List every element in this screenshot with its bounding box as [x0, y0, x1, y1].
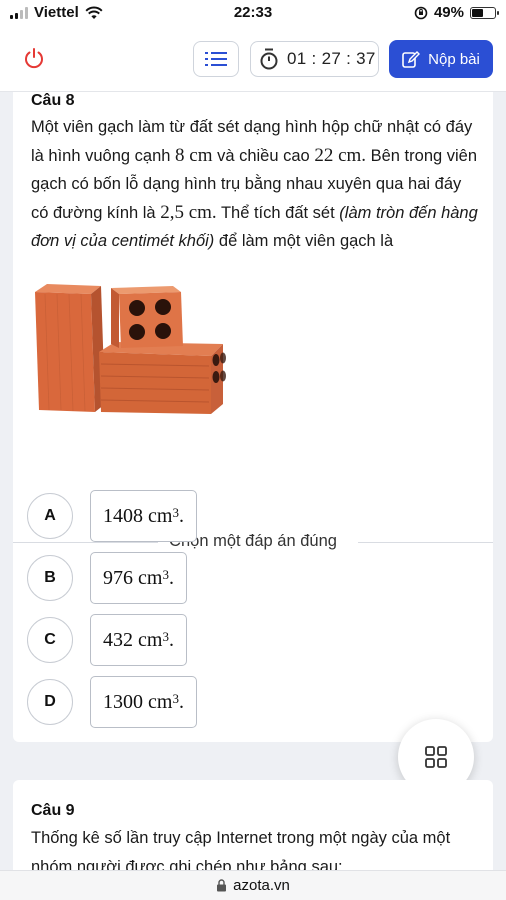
lock-icon: [217, 879, 227, 892]
answer-exponent: 3: [162, 567, 169, 582]
question-text-part: để làm một viên gạch là: [214, 232, 394, 250]
submit-label: Nộp bài: [428, 50, 480, 68]
answer-exponent: 3: [172, 505, 179, 520]
option-letter[interactable]: A: [27, 493, 73, 539]
power-icon[interactable]: [22, 46, 46, 70]
battery-icon: [470, 6, 499, 19]
option-letter[interactable]: C: [27, 617, 73, 663]
list-icon: [205, 52, 227, 66]
question-card: Câu 8 Một viên gạch làm từ đất sét dạng …: [13, 92, 493, 742]
option-answer[interactable]: 976 cm 3.: [90, 552, 187, 604]
math-value: 22: [314, 144, 334, 166]
stopwatch-icon: [260, 48, 278, 70]
question-text-part: và chiều cao: [212, 146, 315, 165]
math-unit: cm: [184, 144, 213, 166]
option-answer[interactable]: 1408 cm 3.: [90, 490, 197, 542]
answer-value: 1408: [103, 504, 143, 527]
math-unit: cm.: [183, 201, 217, 223]
domain-label: azota.vn: [233, 877, 290, 894]
answer-value: 432: [103, 628, 133, 651]
option-answer[interactable]: 432 cm 3.: [90, 614, 187, 666]
option-letter[interactable]: D: [27, 679, 73, 725]
answer-period: .: [178, 690, 184, 713]
question-number: Câu 9: [31, 802, 75, 819]
math-value: 8: [175, 144, 185, 166]
option-d[interactable]: D 1300 cm 3.: [27, 676, 197, 728]
answer-value: 976: [103, 566, 133, 589]
answer-value: 1300: [103, 690, 143, 713]
orientation-lock-icon: [414, 6, 428, 19]
question-number: Câu 8: [31, 92, 75, 109]
math-value: 2,5: [160, 201, 184, 223]
answer-period: .: [168, 566, 174, 589]
answer-unit: cm: [138, 566, 163, 589]
status-right: 49%: [414, 4, 499, 21]
grid-icon: [425, 746, 447, 768]
question-list-button[interactable]: [193, 41, 239, 77]
option-a[interactable]: A 1408 cm 3.: [27, 490, 197, 542]
answer-period: .: [178, 504, 184, 527]
option-answer[interactable]: 1300 cm 3.: [90, 676, 197, 728]
answer-exponent: 3: [162, 629, 169, 644]
answer-period: .: [168, 628, 174, 651]
countdown-timer: 01 : 27 : 37: [250, 41, 379, 77]
battery-percent: 49%: [433, 4, 464, 21]
submit-button[interactable]: Nộp bài: [389, 40, 493, 78]
answer-unit: cm: [148, 690, 173, 713]
option-b[interactable]: B 976 cm 3.: [27, 552, 187, 604]
answer-exponent: 3: [172, 691, 179, 706]
answer-unit: cm: [138, 628, 163, 651]
app-toolbar: 01 : 27 : 37 Nộp bài: [0, 26, 506, 92]
option-letter[interactable]: B: [27, 555, 73, 601]
brick-image: [35, 284, 226, 414]
answer-unit: cm: [148, 504, 173, 527]
browser-address-bar[interactable]: azota.vn: [0, 870, 506, 900]
option-c[interactable]: C 432 cm 3.: [27, 614, 187, 666]
status-bar: Viettel 22:33 49%: [0, 0, 506, 26]
question-text-part: Thể tích đất sét: [216, 203, 340, 222]
math-unit: cm.: [333, 144, 367, 166]
question-text: Một viên gạch làm từ đất sét dạng hình h…: [31, 113, 481, 256]
timer-value: 01 : 27 : 37: [287, 49, 376, 68]
edit-icon: [402, 51, 421, 68]
